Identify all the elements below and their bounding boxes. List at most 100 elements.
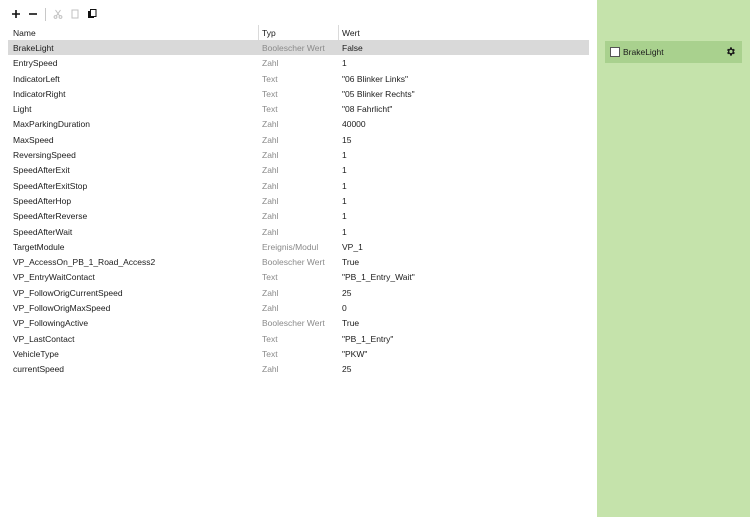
cell-name: SpeedAfterExitStop [13, 180, 88, 191]
cell-typ: Zahl [262, 195, 279, 206]
cell-wert: 25 [342, 364, 352, 375]
minus-icon[interactable] [25, 6, 41, 22]
table-row[interactable]: IndicatorRight Text "05 Blinker Rechts" [8, 86, 589, 101]
cell-name: IndicatorLeft [13, 73, 60, 84]
cell-wert: "PB_1_Entry" [342, 333, 394, 344]
gear-icon[interactable] [725, 46, 736, 57]
cell-typ: Zahl [262, 180, 279, 191]
table-row[interactable]: VP_LastContact Text "PB_1_Entry" [8, 331, 589, 346]
cell-typ: Zahl [262, 364, 279, 375]
cell-name: TargetModule [13, 241, 65, 252]
cell-name: VP_AccessOn_PB_1_Road_Access2 [13, 257, 156, 268]
side-item-brakelight[interactable]: BrakeLight [605, 41, 742, 63]
cell-wert: 1 [342, 180, 347, 191]
cell-name: VP_EntryWaitContact [13, 272, 95, 283]
cell-wert: "PKW" [342, 348, 368, 359]
cell-wert: "05 Blinker Rechts" [342, 88, 415, 99]
table-row[interactable]: VP_FollowOrigCurrentSpeed Zahl 25 [8, 285, 589, 300]
cell-typ: Boolescher Wert [262, 318, 325, 329]
cell-typ: Zahl [262, 119, 279, 130]
table-row[interactable]: TargetModule Ereignis/Modul VP_1 [8, 239, 589, 254]
cell-wert: "PB_1_Entry_Wait" [342, 272, 415, 283]
column-divider[interactable] [338, 25, 339, 40]
cell-typ: Boolescher Wert [262, 257, 325, 268]
column-divider[interactable] [258, 25, 259, 40]
cell-wert: 40000 [342, 119, 366, 130]
cell-typ: Text [262, 104, 278, 115]
table-row[interactable]: VP_FollowOrigMaxSpeed Zahl 0 [8, 300, 589, 315]
cell-name: SpeedAfterReverse [13, 211, 88, 222]
cell-typ: Zahl [262, 287, 279, 298]
cell-name: BrakeLight [13, 43, 54, 53]
cell-name: Light [13, 104, 32, 115]
cell-typ: Zahl [262, 303, 279, 314]
copy-icon[interactable] [67, 6, 83, 22]
cell-name: SpeedAfterWait [13, 226, 73, 237]
cell-wert: 15 [342, 134, 352, 145]
cell-name: EntrySpeed [13, 58, 58, 69]
cell-name: VP_FollowingActive [13, 318, 89, 329]
table-row[interactable]: SpeedAfterWait Zahl 1 [8, 224, 589, 239]
cell-typ: Boolescher Wert [262, 43, 325, 53]
brakelight-checkbox[interactable] [610, 47, 620, 57]
plus-icon[interactable] [8, 6, 24, 22]
toolbar [8, 5, 101, 23]
cell-typ: Zahl [262, 134, 279, 145]
cell-name: VehicleType [13, 348, 59, 359]
table-row[interactable]: VehicleType Text "PKW" [8, 346, 589, 361]
scissors-icon[interactable] [50, 6, 66, 22]
cell-name: MaxSpeed [13, 134, 54, 145]
table-header: Name Typ Wert [8, 25, 589, 40]
table-row[interactable]: MaxSpeed Zahl 15 [8, 132, 589, 147]
column-header-typ[interactable]: Typ [262, 28, 276, 38]
table-row[interactable]: MaxParkingDuration Zahl 40000 [8, 116, 589, 131]
table-row[interactable]: ReversingSpeed Zahl 1 [8, 147, 589, 162]
cell-typ: Zahl [262, 211, 279, 222]
cell-wert: 1 [342, 150, 347, 161]
cell-wert: 25 [342, 287, 352, 298]
cell-name: ReversingSpeed [13, 150, 76, 161]
table-row[interactable]: Light Text "08 Fahrlicht" [8, 101, 589, 116]
cell-typ: Ereignis/Modul [262, 241, 319, 252]
cell-wert: "08 Fahrlicht" [342, 104, 393, 115]
column-header-wert[interactable]: Wert [342, 28, 360, 38]
cell-name: VP_FollowOrigMaxSpeed [13, 303, 111, 314]
column-header-name[interactable]: Name [13, 28, 36, 38]
side-item-label: BrakeLight [623, 47, 664, 57]
cell-wert: 1 [342, 58, 347, 69]
cell-typ: Zahl [262, 165, 279, 176]
cell-wert: 0 [342, 303, 347, 314]
cell-wert: 1 [342, 165, 347, 176]
table-row[interactable]: currentSpeed Zahl 25 [8, 361, 589, 376]
table-row[interactable]: VP_AccessOn_PB_1_Road_Access2 Boolescher … [8, 254, 589, 269]
cell-wert: True [342, 318, 360, 329]
table-row[interactable]: EntrySpeed Zahl 1 [8, 55, 589, 70]
cell-name: SpeedAfterExit [13, 165, 70, 176]
toolbar-divider [45, 7, 46, 21]
table-row[interactable]: VP_EntryWaitContact Text "PB_1_Entry_Wait" [8, 269, 589, 284]
variables-table: Name Typ Wert BrakeLight Boolescher Wert F… [8, 25, 589, 377]
side-panel: BrakeLight [597, 0, 750, 517]
paste-icon[interactable] [84, 6, 100, 22]
cell-typ: Text [262, 348, 278, 359]
cell-name: MaxParkingDuration [13, 119, 91, 130]
table-row[interactable]: IndicatorLeft Text "06 Blinker Links" [8, 71, 589, 86]
table-row[interactable]: SpeedAfterReverse Zahl 1 [8, 208, 589, 223]
cell-name: SpeedAfterHop [13, 195, 72, 206]
cell-name: VP_FollowOrigCurrentSpeed [13, 287, 123, 298]
cell-wert: 1 [342, 226, 347, 237]
cell-name: currentSpeed [13, 364, 65, 375]
cell-wert: False [342, 43, 363, 53]
cell-name: IndicatorRight [13, 88, 66, 99]
table-row[interactable]: SpeedAfterHop Zahl 1 [8, 193, 589, 208]
cell-wert: "06 Blinker Links" [342, 73, 409, 84]
table-row[interactable]: VP_FollowingActive Boolescher Wert True [8, 315, 589, 330]
cell-wert: 1 [342, 211, 347, 222]
table-row[interactable]: SpeedAfterExit Zahl 1 [8, 162, 589, 177]
table-body: BrakeLight Boolescher Wert False EntrySpeed… [8, 40, 589, 377]
table-row[interactable]: BrakeLight Boolescher Wert False [8, 40, 589, 56]
cell-typ: Zahl [262, 58, 279, 69]
cell-typ: Text [262, 88, 278, 99]
table-row[interactable]: SpeedAfterExitStop Zahl 1 [8, 178, 589, 193]
cell-wert: 1 [342, 195, 347, 206]
